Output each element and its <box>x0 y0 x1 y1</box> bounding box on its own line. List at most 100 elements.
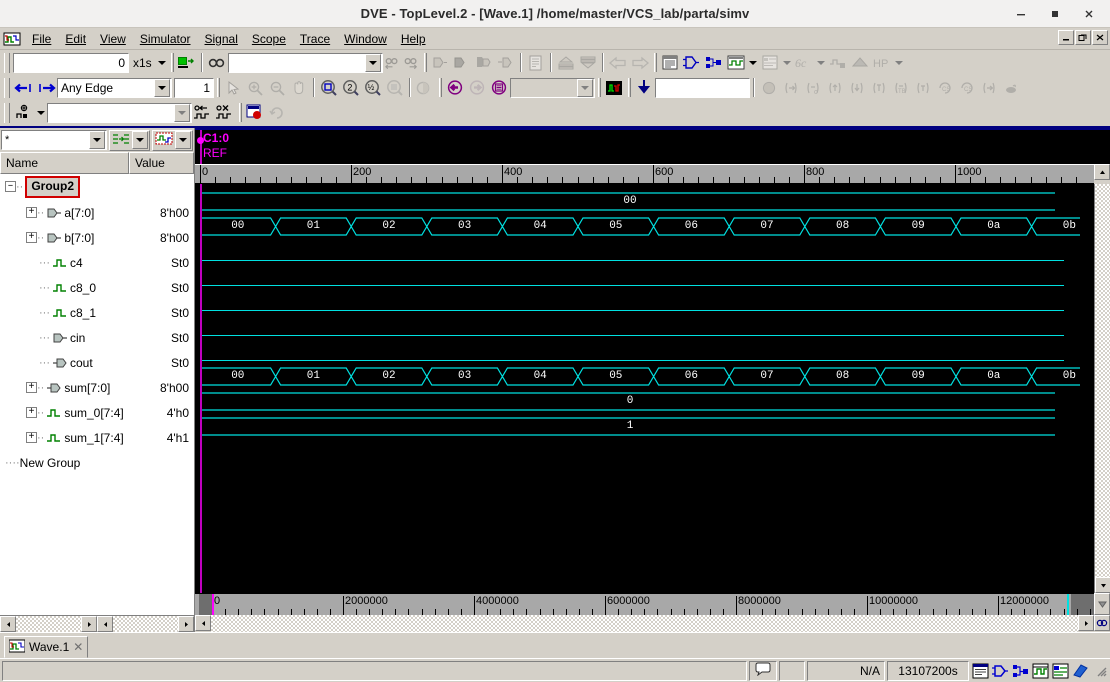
step-c-icon[interactable]: c <box>802 77 824 98</box>
column-header-name[interactable]: Name <box>0 152 129 174</box>
wave-hscroll-track[interactable] <box>211 615 1078 632</box>
menu-simulator[interactable]: Simulator <box>133 30 198 48</box>
step-out-icon[interactable] <box>978 77 1000 98</box>
menu-trace[interactable]: Trace <box>293 30 337 48</box>
signal-row-sum-1[interactable]: + ·· sum_1[7:4] 4'h1 <box>0 425 194 450</box>
select-mode-button[interactable] <box>222 77 244 98</box>
assertion-pane-icon[interactable] <box>1071 662 1090 680</box>
tab-wave-1[interactable]: Wave.1 ✕ <box>4 636 89 658</box>
toolbar-grip-4[interactable] <box>653 53 657 72</box>
lower-button[interactable] <box>577 52 599 73</box>
path-pane-icon[interactable] <box>1011 662 1030 680</box>
step-icon[interactable] <box>780 77 802 98</box>
vscroll-track[interactable] <box>1095 184 1110 577</box>
signal-list-hscrollbar[interactable] <box>0 615 194 632</box>
prev-cursor-button[interactable] <box>444 77 466 98</box>
search-dropdown-button[interactable] <box>364 53 381 72</box>
toolbar2-grip-3[interactable] <box>439 78 442 97</box>
finish-icon[interactable] <box>1000 77 1022 98</box>
schematic-button[interactable] <box>681 52 703 73</box>
wave-window-button[interactable] <box>725 52 747 73</box>
wave-hscrollbar[interactable] <box>195 615 1110 632</box>
prev-transition-icon[interactable] <box>192 102 214 123</box>
waveform-cursor-line[interactable] <box>200 184 202 593</box>
wave-fit-button[interactable] <box>1094 615 1110 631</box>
column-header-value[interactable]: Value <box>129 152 194 174</box>
signal-row-c4[interactable]: ··· c4 St0 <box>0 250 194 275</box>
mdi-restore-button[interactable] <box>1075 30 1091 45</box>
signal-tree[interactable]: – ·· Group2 + ·· a[7:0] 8'h00 + ·· b[7:0… <box>0 174 194 615</box>
window-resize-grip[interactable] <box>1094 664 1108 678</box>
menu-file[interactable]: File <box>25 30 58 48</box>
hierarchy-button[interactable]: HP <box>871 52 893 73</box>
time-ruler[interactable]: 0 200 400 600 800 1000 <box>195 164 1094 184</box>
save-target-input[interactable] <box>655 77 750 98</box>
step-tb-icon[interactable]: TB <box>890 77 912 98</box>
save-down-button[interactable] <box>633 77 655 98</box>
wave-scroll-down-button[interactable] <box>1095 577 1110 593</box>
signal-row-sum-0[interactable]: + ·· sum_0[7:4] 4'h0 <box>0 400 194 425</box>
menu-edit[interactable]: Edit <box>58 30 93 48</box>
hierarchy-dropdown[interactable] <box>893 52 905 73</box>
toolbar2-grip-4[interactable] <box>598 78 601 97</box>
overview-cursor-marker[interactable] <box>212 594 214 615</box>
cursor-c1-line[interactable] <box>200 130 202 164</box>
goto-time-button[interactable] <box>176 52 198 73</box>
edge-mode-dropdown-button[interactable] <box>154 78 170 97</box>
tab-close-icon[interactable]: ✕ <box>73 640 83 654</box>
wave-row-c8_0[interactable] <box>195 264 1094 289</box>
waveform-canvas[interactable]: 00 00 01 02 03 04 05 06 07 08 09 0a 0b 00 01 02 03 04 05 06… <box>195 184 1094 593</box>
marker-select[interactable] <box>47 102 192 123</box>
toolbar2-grip[interactable] <box>4 77 10 98</box>
time-value-input[interactable]: 0 <box>13 52 129 73</box>
refresh-icon[interactable] <box>266 102 288 123</box>
toolbar3-grip[interactable] <box>4 102 10 123</box>
prev-edge-button[interactable] <box>13 77 35 98</box>
list-pane-icon[interactable] <box>971 662 990 680</box>
assertion-button[interactable]: 6c <box>793 52 815 73</box>
expand-bus-button[interactable] <box>429 52 451 73</box>
wave-row-a70[interactable]: 00 <box>195 189 1094 214</box>
minimize-button[interactable] <box>1004 1 1038 27</box>
close-button[interactable] <box>1072 1 1106 27</box>
signal-filter-dropdown-button[interactable] <box>89 131 105 149</box>
wave-window-dropdown[interactable] <box>747 52 759 73</box>
signal-row-sum[interactable]: + ·· sum[7:0] 8'h00 <box>0 375 194 400</box>
scroll-left-button-2[interactable] <box>97 616 113 632</box>
stack-button[interactable] <box>849 52 871 73</box>
zoom-value-dropdown-button[interactable] <box>577 78 593 97</box>
delete-transition-icon[interactable] <box>214 102 236 123</box>
wave-compare-button[interactable] <box>603 77 625 98</box>
edge-mode-select[interactable]: Any Edge <box>57 77 172 98</box>
wave-row-sum_074[interactable]: 0 <box>195 389 1094 414</box>
zoom-cursor-button[interactable] <box>384 77 406 98</box>
wave-row-sum70[interactable]: 00 01 02 03 04 05 06 07 08 09 0a 0b <box>195 364 1094 389</box>
status-balloon-pane[interactable] <box>749 660 777 681</box>
wave-row-c8_1[interactable] <box>195 289 1094 314</box>
overview-zoom-button[interactable] <box>1094 593 1110 615</box>
expander-sum-1[interactable]: + <box>26 432 37 443</box>
toolbar2-grip-5[interactable] <box>628 78 631 97</box>
wave-scroll-right-button[interactable] <box>1078 615 1094 631</box>
search-input[interactable] <box>227 52 383 73</box>
find-next-button[interactable] <box>402 52 421 73</box>
menu-scope[interactable]: Scope <box>245 30 293 48</box>
step-up-t-icon[interactable] <box>868 77 890 98</box>
menu-help[interactable]: Help <box>394 30 433 48</box>
wave-row-c4[interactable] <box>195 239 1094 264</box>
signal-row-c8-0[interactable]: ··· c8_0 St0 <box>0 275 194 300</box>
signal-row-cin[interactable]: ··· cin St0 <box>0 325 194 350</box>
continue-icon[interactable]: CS <box>934 77 956 98</box>
menu-view[interactable]: View <box>93 30 133 48</box>
maximize-button[interactable] <box>1038 1 1072 27</box>
source-window-button[interactable] <box>759 52 781 73</box>
forward-button[interactable] <box>629 52 651 73</box>
toolbar3-grip-2[interactable] <box>239 103 242 122</box>
marker-select-dropdown-button[interactable] <box>174 103 190 122</box>
menu-signal[interactable]: Signal <box>198 30 245 48</box>
wave-scroll-left-button[interactable] <box>195 615 211 631</box>
wave-vscrollbar[interactable] <box>1094 184 1110 593</box>
toolbar-grip-3[interactable] <box>423 53 427 72</box>
signal-row-a[interactable]: + ·· a[7:0] 8'h00 <box>0 200 194 225</box>
next-edge-button[interactable] <box>35 77 57 98</box>
